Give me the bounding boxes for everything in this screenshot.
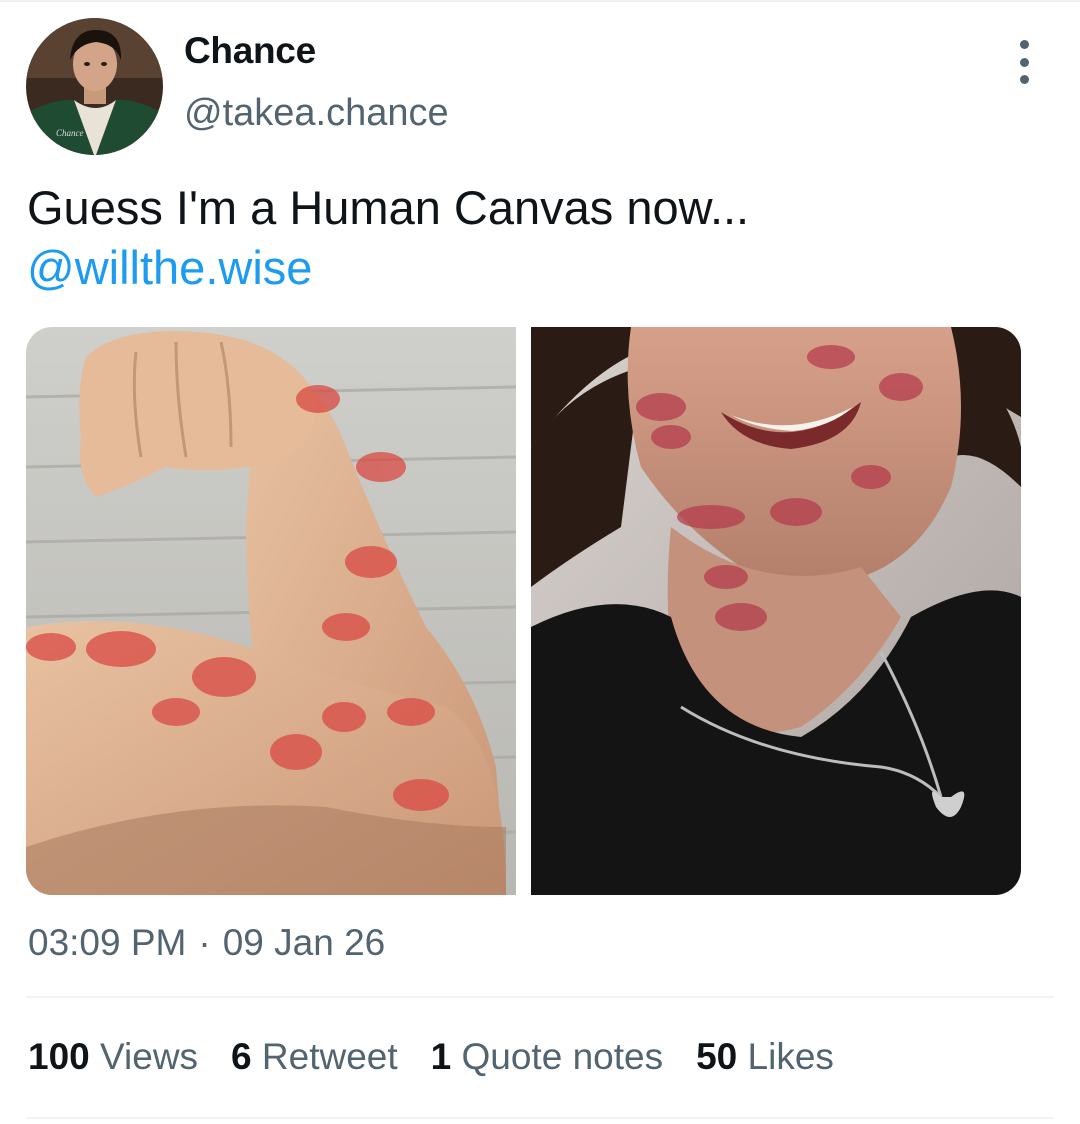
views-label: Views [100,1036,199,1077]
face-photo-image [531,327,1021,895]
avatar[interactable]: Chance [26,18,163,155]
retweets-label: Retweet [261,1036,398,1077]
tweet-timestamp[interactable]: 03:09 PM · 09 Jan 26 [28,922,385,964]
author-handle[interactable]: @takea.chance [184,92,449,135]
top-divider [0,0,1080,2]
avatar-jacket-text: Chance [56,128,84,138]
likes-label: Likes [747,1036,834,1077]
quotes-count: 1 [430,1036,452,1077]
more-options-button[interactable] [1004,40,1044,84]
more-vertical-icon [1019,57,1029,67]
stats-divider-bottom [26,1117,1054,1119]
retweets-count: 6 [231,1036,252,1077]
stats-divider-top [26,996,1054,998]
tweet-photo-face[interactable] [531,327,1021,895]
quotes-stat[interactable]: 1 Quote notes [431,1036,663,1078]
more-vertical-icon [1019,75,1029,84]
author-display-name[interactable]: Chance [184,30,316,72]
views-stat[interactable]: 100 Views [28,1036,198,1078]
mention-link[interactable]: @willthe.wise [27,238,312,298]
avatar-image: Chance [26,18,163,155]
quotes-label: Quote notes [461,1036,664,1077]
timestamp-separator: · [198,922,211,963]
tweet-date: 09 Jan 26 [222,922,386,963]
retweets-stat[interactable]: 6 Retweet [231,1036,398,1078]
views-count: 100 [28,1036,90,1077]
more-vertical-icon [1019,40,1029,49]
tweet-photo-arm[interactable] [26,327,516,895]
tweet-time: 03:09 PM [28,922,187,963]
tweet-text: Guess I'm a Human Canvas now... @willthe… [27,178,1047,298]
tweet-text-line: Guess I'm a Human Canvas now... [27,181,750,234]
engagement-stats: 100 Views 6 Retweet 1 Quote notes 50 Lik… [28,1036,867,1084]
likes-count: 50 [696,1036,738,1077]
likes-stat[interactable]: 50 Likes [696,1036,834,1078]
arm-photo-image [26,327,516,895]
